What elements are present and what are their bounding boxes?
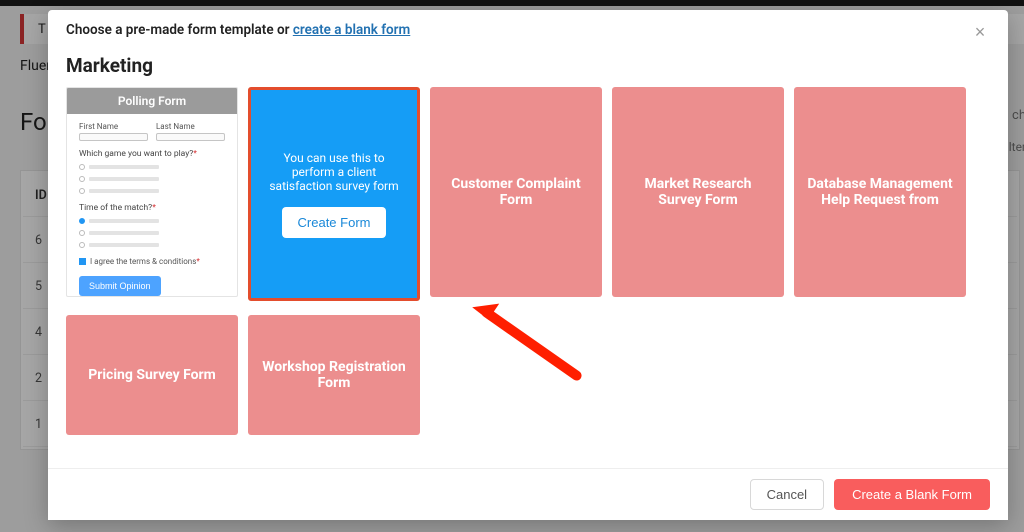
template-title: Market Research Survey Form — [624, 176, 772, 208]
close-icon: × — [975, 23, 986, 41]
first-name-field — [79, 133, 148, 141]
last-name-label: Last Name — [156, 122, 225, 131]
template-card-pricing-survey[interactable]: Pricing Survey Form — [66, 315, 238, 435]
template-title: Pricing Survey Form — [88, 367, 216, 383]
terms-checkbox-icon — [79, 258, 86, 265]
template-title: Workshop Registration Form — [260, 359, 408, 391]
last-name-field — [156, 133, 225, 141]
template-category-heading: Marketing — [48, 50, 1008, 87]
template-card-polling-form[interactable]: Polling Form First Name Last Name Which … — [66, 87, 238, 297]
question-1-label: Which game you want to play?* — [79, 149, 225, 159]
modal-prompt: Choose a pre-made form template or creat… — [66, 22, 410, 38]
template-card-client-satisfaction-survey[interactable]: You can use this to perform a client sat… — [248, 87, 420, 301]
cancel-button[interactable]: Cancel — [750, 479, 824, 510]
template-card-market-research-survey[interactable]: Market Research Survey Form — [612, 87, 784, 297]
modal-footer: Cancel Create a Blank Form — [48, 468, 1008, 520]
first-name-label: First Name — [79, 122, 148, 131]
template-card-workshop-registration[interactable]: Workshop Registration Form — [248, 315, 420, 435]
modal-close-button[interactable]: × — [970, 22, 990, 42]
create-form-button[interactable]: Create Form — [282, 207, 387, 238]
template-chooser-modal: Choose a pre-made form template or creat… — [48, 10, 1008, 520]
template-title: Customer Complaint Form — [442, 176, 590, 208]
question-2-label: Time of the match?* — [79, 203, 225, 213]
polling-preview-title: Polling Form — [67, 88, 237, 114]
template-title: Database Management Help Request from — [806, 176, 954, 208]
terms-label: I agree the terms & conditions* — [90, 257, 200, 266]
template-description: You can use this to perform a client sat… — [265, 151, 403, 193]
polling-submit-button: Submit Opinion — [79, 276, 161, 296]
polling-preview-body: First Name Last Name Which game you want… — [67, 114, 237, 297]
create-blank-link[interactable]: create a blank form — [293, 22, 410, 38]
template-card-customer-complaint[interactable]: Customer Complaint Form — [430, 87, 602, 297]
template-card-database-management-help[interactable]: Database Management Help Request from — [794, 87, 966, 297]
create-blank-form-button[interactable]: Create a Blank Form — [834, 479, 990, 510]
